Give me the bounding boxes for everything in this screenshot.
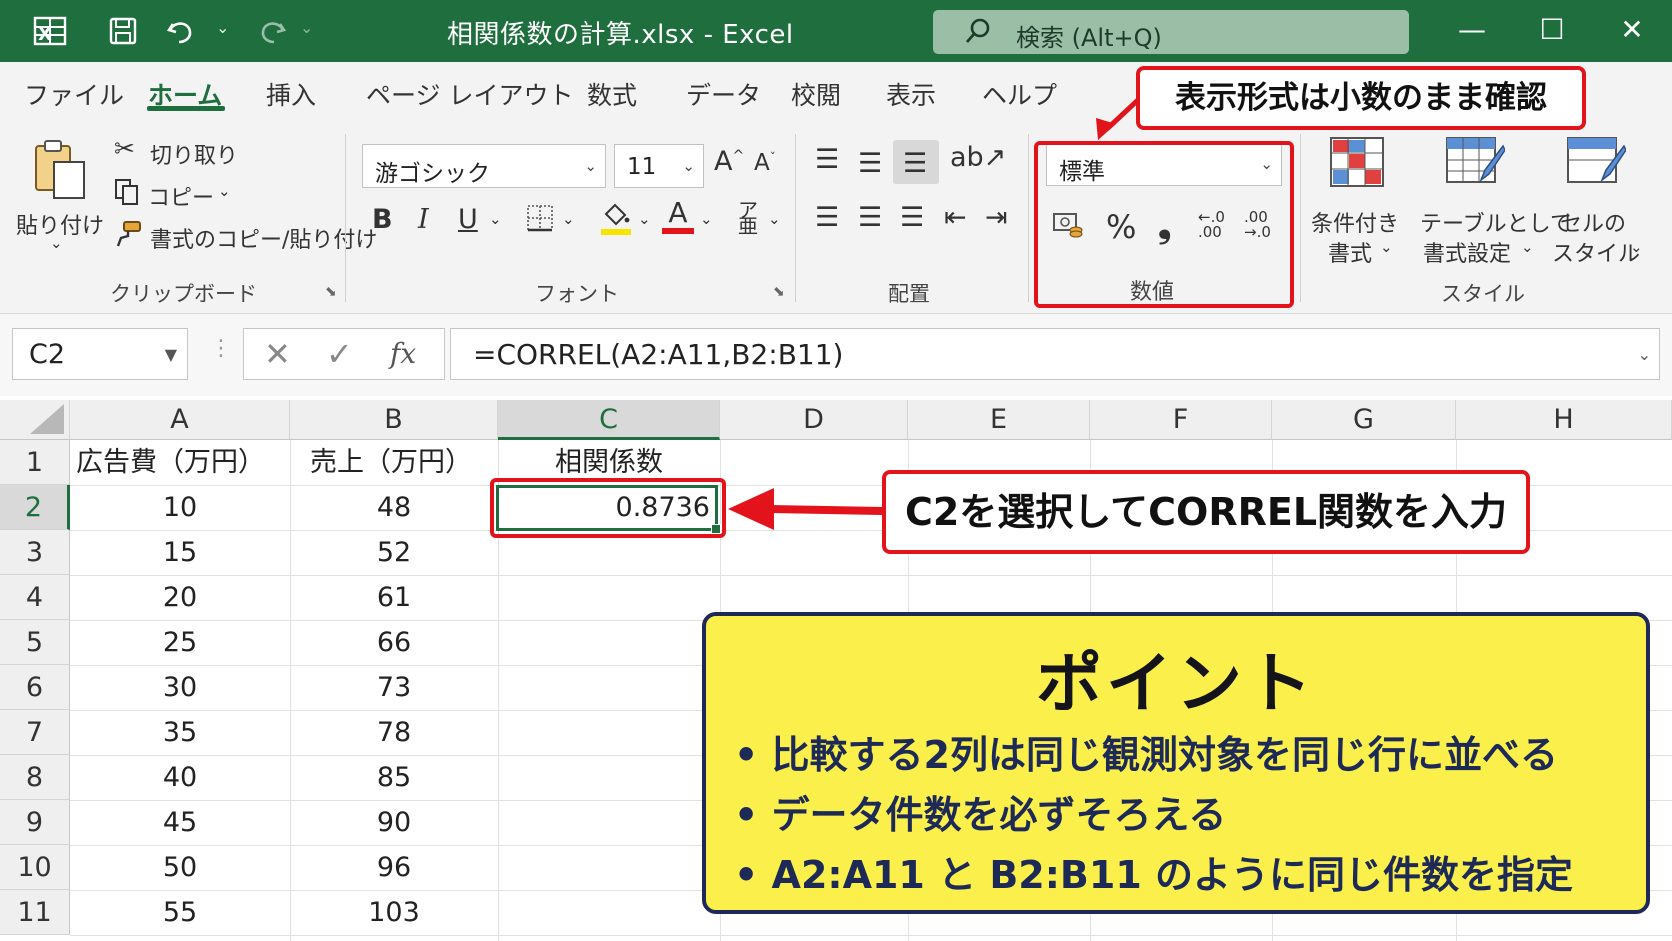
point-box: ポイント • 比較する2列は同じ観測対象を同じ行に並べる • データ件数を必ずそ…: [702, 612, 1650, 914]
point-item-3: • A2:A11 と B2:B11 のように同じ件数を指定: [734, 853, 1574, 897]
point-item-1: • 比較する2列は同じ観測対象を同じ行に並べる: [734, 733, 1558, 777]
point-item-1-text: 比較する2列は同じ観測対象を同じ行に並べる: [771, 733, 1558, 777]
point-title: ポイント: [1036, 645, 1316, 722]
arrow-to-c2: [728, 488, 883, 530]
excel-window: X ⌄ ⌄ 相関係数の計算.xlsx - Excel 検索 (Alt+Q) — …: [0, 0, 1672, 941]
point-item-3-text: A2:A11 と B2:B11 のように同じ件数を指定: [771, 853, 1574, 897]
point-item-2-text: データ件数を必ずそろえる: [771, 793, 1227, 837]
point-item-2: • データ件数を必ずそろえる: [734, 793, 1227, 837]
arrow-to-number-group: [1096, 98, 1140, 140]
